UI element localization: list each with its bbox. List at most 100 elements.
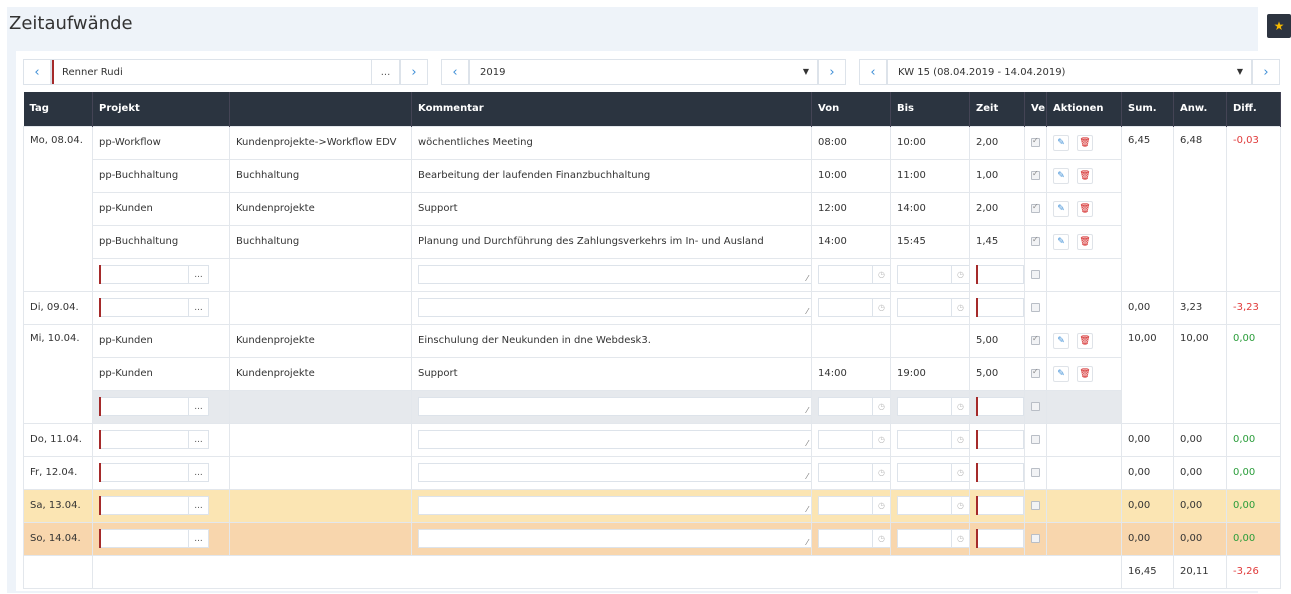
- employee-lookup-button[interactable]: ...: [371, 59, 399, 85]
- project-lookup-button[interactable]: ...: [188, 496, 208, 515]
- von-input[interactable]: ◷: [818, 529, 890, 548]
- verified-checkbox[interactable]: [1031, 434, 1040, 444]
- von-input[interactable]: ◷: [818, 496, 890, 515]
- von-input[interactable]: ◷: [818, 463, 890, 482]
- employee-select[interactable]: Renner Rudi ...: [51, 59, 400, 85]
- delete-icon[interactable]: 🗑: [1077, 167, 1093, 184]
- verified-checkbox[interactable]: [1031, 169, 1040, 180]
- col-von[interactable]: Von: [811, 92, 891, 126]
- col-sum[interactable]: Sum.: [1121, 92, 1174, 126]
- project-input[interactable]: ...: [99, 298, 209, 317]
- zeit-input[interactable]: [976, 430, 1024, 449]
- project-lookup-button[interactable]: ...: [188, 298, 208, 317]
- verified-checkbox[interactable]: [1031, 500, 1040, 510]
- von-input[interactable]: ◷: [818, 430, 890, 449]
- clock-icon[interactable]: ◷: [951, 298, 969, 317]
- clock-icon[interactable]: ◷: [951, 529, 969, 548]
- zeit-input[interactable]: [976, 463, 1024, 482]
- verified-checkbox[interactable]: [1031, 202, 1040, 213]
- bis-input[interactable]: ◷: [897, 397, 969, 416]
- project-input[interactable]: ...: [99, 496, 209, 515]
- verified-checkbox[interactable]: [1031, 334, 1040, 345]
- project-lookup-button[interactable]: ...: [188, 463, 208, 482]
- col-anw[interactable]: Anw.: [1173, 92, 1227, 126]
- col-diff[interactable]: Diff.: [1226, 92, 1281, 126]
- edit-icon[interactable]: ✎: [1053, 233, 1069, 250]
- bis-input[interactable]: ◷: [897, 265, 969, 284]
- col-zeit[interactable]: Zeit: [969, 92, 1025, 126]
- project-lookup-button[interactable]: ...: [188, 265, 208, 284]
- project-input[interactable]: ...: [99, 265, 209, 284]
- verified-checkbox[interactable]: [1031, 235, 1040, 246]
- verified-checkbox[interactable]: [1031, 533, 1040, 543]
- bis-input[interactable]: ◷: [897, 463, 969, 482]
- von-input[interactable]: ◷: [818, 265, 890, 284]
- von-input[interactable]: ◷: [818, 397, 890, 416]
- clock-icon[interactable]: ◷: [951, 430, 969, 449]
- comment-input[interactable]: [418, 397, 811, 416]
- clock-icon[interactable]: ◷: [872, 397, 890, 416]
- col-projekt[interactable]: Projekt: [92, 92, 230, 126]
- project-input[interactable]: ...: [99, 397, 209, 416]
- verified-checkbox[interactable]: [1031, 269, 1040, 279]
- clock-icon[interactable]: ◷: [872, 529, 890, 548]
- edit-icon[interactable]: ✎: [1053, 134, 1069, 151]
- verified-checkbox[interactable]: [1031, 302, 1040, 312]
- zeit-input[interactable]: [976, 298, 1024, 317]
- verified-checkbox[interactable]: [1031, 136, 1040, 147]
- comment-input[interactable]: [418, 298, 811, 317]
- project-lookup-button[interactable]: ...: [188, 430, 208, 449]
- edit-icon[interactable]: ✎: [1053, 200, 1069, 217]
- project-input[interactable]: ...: [99, 529, 209, 548]
- bis-input[interactable]: ◷: [897, 496, 969, 515]
- delete-icon[interactable]: 🗑: [1077, 134, 1093, 151]
- next-week-button[interactable]: ›: [1252, 59, 1280, 85]
- delete-icon[interactable]: 🗑: [1077, 200, 1093, 217]
- col-bis[interactable]: Bis: [890, 92, 970, 126]
- bis-input[interactable]: ◷: [897, 529, 969, 548]
- comment-input[interactable]: [418, 463, 811, 482]
- col-tag[interactable]: Tag: [23, 92, 93, 126]
- verified-checkbox[interactable]: [1031, 367, 1040, 378]
- edit-icon[interactable]: ✎: [1053, 365, 1069, 382]
- week-select[interactable]: KW 15 (08.04.2019 - 14.04.2019) ▼: [887, 59, 1252, 85]
- comment-input[interactable]: [418, 496, 811, 515]
- next-year-button[interactable]: ›: [818, 59, 846, 85]
- project-lookup-button[interactable]: ...: [188, 397, 208, 416]
- clock-icon[interactable]: ◷: [951, 397, 969, 416]
- year-select[interactable]: 2019 ▼: [469, 59, 818, 85]
- delete-icon[interactable]: 🗑: [1077, 332, 1093, 349]
- comment-input[interactable]: [418, 430, 811, 449]
- comment-input[interactable]: [418, 529, 811, 548]
- project-input[interactable]: ...: [99, 430, 209, 449]
- clock-icon[interactable]: ◷: [872, 496, 890, 515]
- delete-icon[interactable]: 🗑: [1077, 365, 1093, 382]
- col-kommentar[interactable]: Kommentar: [411, 92, 812, 126]
- clock-icon[interactable]: ◷: [951, 265, 969, 284]
- clock-icon[interactable]: ◷: [872, 265, 890, 284]
- col-ve[interactable]: Ve: [1024, 92, 1047, 126]
- verified-checkbox[interactable]: [1031, 467, 1040, 477]
- favorite-star-icon[interactable]: ★: [1267, 14, 1291, 38]
- comment-input[interactable]: [418, 265, 811, 284]
- clock-icon[interactable]: ◷: [872, 430, 890, 449]
- zeit-input[interactable]: [976, 529, 1024, 548]
- clock-icon[interactable]: ◷: [951, 463, 969, 482]
- bis-input[interactable]: ◷: [897, 298, 969, 317]
- project-lookup-button[interactable]: ...: [188, 529, 208, 548]
- delete-icon[interactable]: 🗑: [1077, 233, 1093, 250]
- verified-checkbox[interactable]: [1031, 401, 1040, 411]
- edit-icon[interactable]: ✎: [1053, 167, 1069, 184]
- prev-employee-button[interactable]: ‹: [23, 59, 51, 85]
- project-input[interactable]: ...: [99, 463, 209, 482]
- prev-week-button[interactable]: ‹: [859, 59, 887, 85]
- next-employee-button[interactable]: ›: [400, 59, 428, 85]
- prev-year-button[interactable]: ‹: [441, 59, 469, 85]
- von-input[interactable]: ◷: [818, 298, 890, 317]
- bis-input[interactable]: ◷: [897, 430, 969, 449]
- zeit-input[interactable]: [976, 397, 1024, 416]
- clock-icon[interactable]: ◷: [872, 298, 890, 317]
- edit-icon[interactable]: ✎: [1053, 332, 1069, 349]
- zeit-input[interactable]: [976, 496, 1024, 515]
- clock-icon[interactable]: ◷: [951, 496, 969, 515]
